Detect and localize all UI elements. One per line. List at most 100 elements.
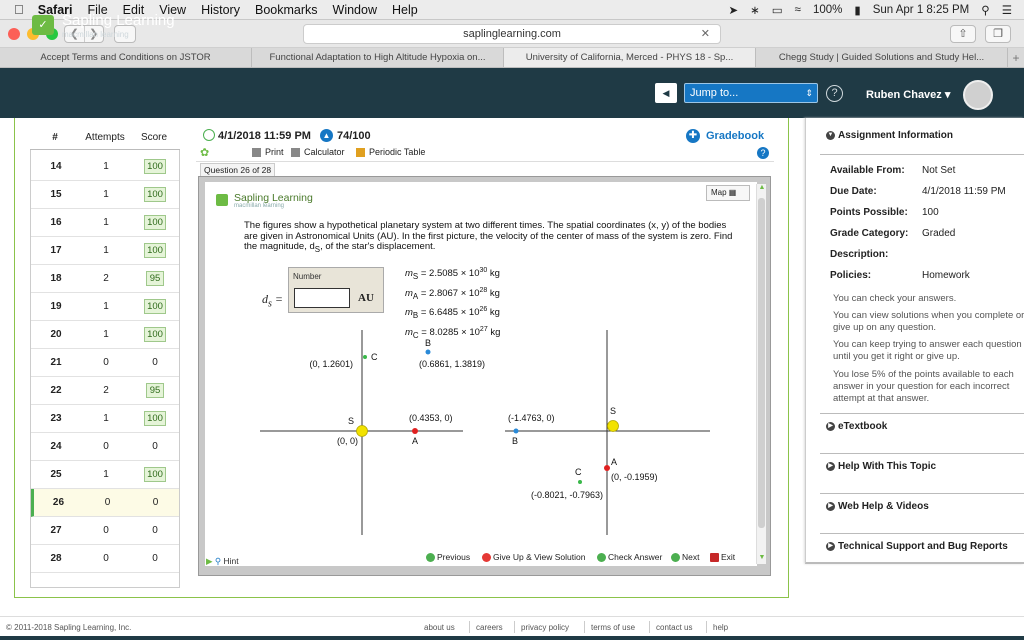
col-attempts: Attempts: [85, 132, 125, 143]
table-row[interactable]: 19 1 100: [31, 293, 179, 321]
row-question: 18: [50, 273, 62, 284]
previous-label: Previous: [437, 552, 471, 562]
avatar[interactable]: [963, 80, 993, 110]
policy-line: give up on any question.: [833, 322, 936, 333]
next-button[interactable]: Next: [671, 552, 699, 562]
scroll-thumb[interactable]: [758, 198, 765, 528]
periodic-table-button[interactable]: Periodic Table: [356, 147, 425, 157]
row-question: 20: [50, 329, 62, 340]
next-icon: [671, 552, 680, 562]
menu-window[interactable]: Window: [333, 3, 377, 17]
calculator-button[interactable]: Calculator: [291, 147, 345, 157]
tab-overview-icon[interactable]: ❐: [985, 25, 1011, 43]
map-button[interactable]: Map ▦: [706, 185, 750, 201]
gradebook-link[interactable]: Gradebook: [706, 130, 764, 142]
user-menu[interactable]: Ruben Chavez ▾: [866, 88, 950, 101]
help-icon[interactable]: ?: [826, 85, 843, 102]
battery-percent[interactable]: 100%: [813, 4, 842, 16]
table-row[interactable]: 18 2 95: [31, 265, 179, 293]
footer-link[interactable]: contact us: [656, 623, 692, 632]
body-a-label: A: [412, 436, 418, 446]
table-row[interactable]: 28 0 0: [31, 545, 179, 573]
table-row[interactable]: 26 0 0: [31, 489, 179, 517]
url-text: saplinglearning.com: [463, 28, 561, 40]
table-row[interactable]: 24 0 0: [31, 433, 179, 461]
display-icon[interactable]: ▭: [772, 3, 783, 17]
menubar-clock[interactable]: Sun Apr 1 8:25 PM: [873, 4, 970, 16]
menu-history[interactable]: History: [201, 3, 240, 17]
print-button[interactable]: Print: [252, 147, 284, 157]
web-help-toggle[interactable]: ▶ Web Help & Videos: [826, 501, 929, 512]
tab-hypoxia[interactable]: Functional Adaptation to High Altitude H…: [252, 48, 504, 67]
expand-icon: ▶: [826, 422, 835, 431]
scroll-down-icon[interactable]: ▼: [757, 554, 767, 564]
menu-help[interactable]: Help: [392, 3, 418, 17]
table-row[interactable]: 20 1 100: [31, 321, 179, 349]
tech-support-toggle[interactable]: ▶ Technical Support and Bug Reports: [826, 541, 1008, 552]
footer-link[interactable]: terms of use: [591, 623, 635, 632]
footer-link[interactable]: careers: [476, 623, 503, 632]
exit-button[interactable]: Exit: [710, 552, 735, 562]
menu-bookmarks[interactable]: Bookmarks: [255, 3, 318, 17]
tab-phys18[interactable]: University of California, Merced - PHYS …: [504, 48, 756, 67]
tab-jstor[interactable]: Accept Terms and Conditions on JSTOR: [0, 48, 252, 67]
row-score-cell: 0: [131, 525, 179, 536]
assignment-info-toggle[interactable]: ▼ Assignment Information: [826, 130, 953, 141]
table-row[interactable]: 17 1 100: [31, 237, 179, 265]
previous-button[interactable]: Previous: [426, 552, 470, 562]
row-score-cell: 100: [131, 411, 179, 426]
share-icon[interactable]: ⇧: [950, 25, 976, 43]
table-row[interactable]: 23 1 100: [31, 405, 179, 433]
jump-to-select[interactable]: Jump to... ⇕: [684, 83, 818, 103]
help-topic-toggle[interactable]: ▶ Help With This Topic: [826, 461, 936, 472]
bluetooth-icon[interactable]: ∗: [750, 3, 760, 17]
wifi-icon[interactable]: ≈: [795, 4, 801, 16]
give-up-icon: [482, 552, 491, 562]
table-row[interactable]: 21 0 0: [31, 349, 179, 377]
hint-label: Hint: [223, 556, 239, 566]
table-row[interactable]: 15 1 100: [31, 181, 179, 209]
jump-back-button[interactable]: ◀: [655, 83, 677, 103]
body-c-right-coord: (-0.8021, -0.7963): [531, 490, 603, 500]
field-label: Points Possible:: [830, 207, 908, 218]
policy-line: You can keep trying to answer each quest…: [833, 339, 1022, 350]
table-row[interactable]: 27 0 0: [31, 517, 179, 545]
tab-chegg[interactable]: Chegg Study | Guided Solutions and Study…: [756, 48, 1008, 67]
give-up-button[interactable]: Give Up & View Solution: [482, 552, 585, 562]
table-row[interactable]: 14 1 100: [31, 153, 179, 181]
expand-icon: ▶: [826, 542, 835, 551]
scroll-up-icon[interactable]: ▲: [757, 184, 767, 194]
row-score: 100: [144, 467, 166, 482]
table-row[interactable]: 16 1 100: [31, 209, 179, 237]
battery-icon[interactable]: ▮: [854, 3, 860, 17]
close-window-button[interactable]: [8, 28, 20, 40]
footer-separator: [584, 621, 585, 633]
hint-toggle[interactable]: ▶ ⚲ Hint: [206, 556, 239, 567]
table-row[interactable]: 22 2 95: [31, 377, 179, 405]
notification-center-icon[interactable]: ☰: [1002, 3, 1012, 17]
sapling-logo-icon[interactable]: ✓: [32, 15, 54, 35]
table-row[interactable]: 25 1 100: [31, 461, 179, 489]
periodic-table-icon: [356, 147, 365, 157]
stop-loading-icon[interactable]: ✕: [701, 25, 710, 43]
divider: [820, 493, 1024, 494]
mass-unit: kg: [487, 268, 500, 280]
gradebook-icon[interactable]: ✚: [686, 129, 700, 143]
answer-input[interactable]: [294, 288, 350, 308]
check-answer-button[interactable]: Check Answer: [597, 552, 662, 562]
divider: [820, 453, 1024, 454]
site-brand[interactable]: Sapling Learning: [62, 12, 175, 29]
address-bar[interactable]: saplinglearning.com ✕: [303, 24, 721, 44]
footer-link[interactable]: privacy policy: [521, 623, 569, 632]
footer-link[interactable]: help: [713, 623, 728, 632]
location-arrow-icon[interactable]: ➤: [728, 3, 738, 17]
etextbook-toggle[interactable]: ▶ eTextbook: [826, 421, 887, 432]
footer-link[interactable]: about us: [424, 623, 455, 632]
new-tab-button[interactable]: +: [1008, 48, 1024, 67]
spotlight-icon[interactable]: ⚲: [981, 3, 989, 17]
apple-icon[interactable]: : [14, 2, 24, 17]
row-score-cell: 0: [132, 497, 179, 508]
question-help-icon[interactable]: ?: [757, 147, 769, 159]
question-scrollbar[interactable]: ▲ ▼: [756, 184, 766, 564]
divider: [820, 413, 1024, 414]
